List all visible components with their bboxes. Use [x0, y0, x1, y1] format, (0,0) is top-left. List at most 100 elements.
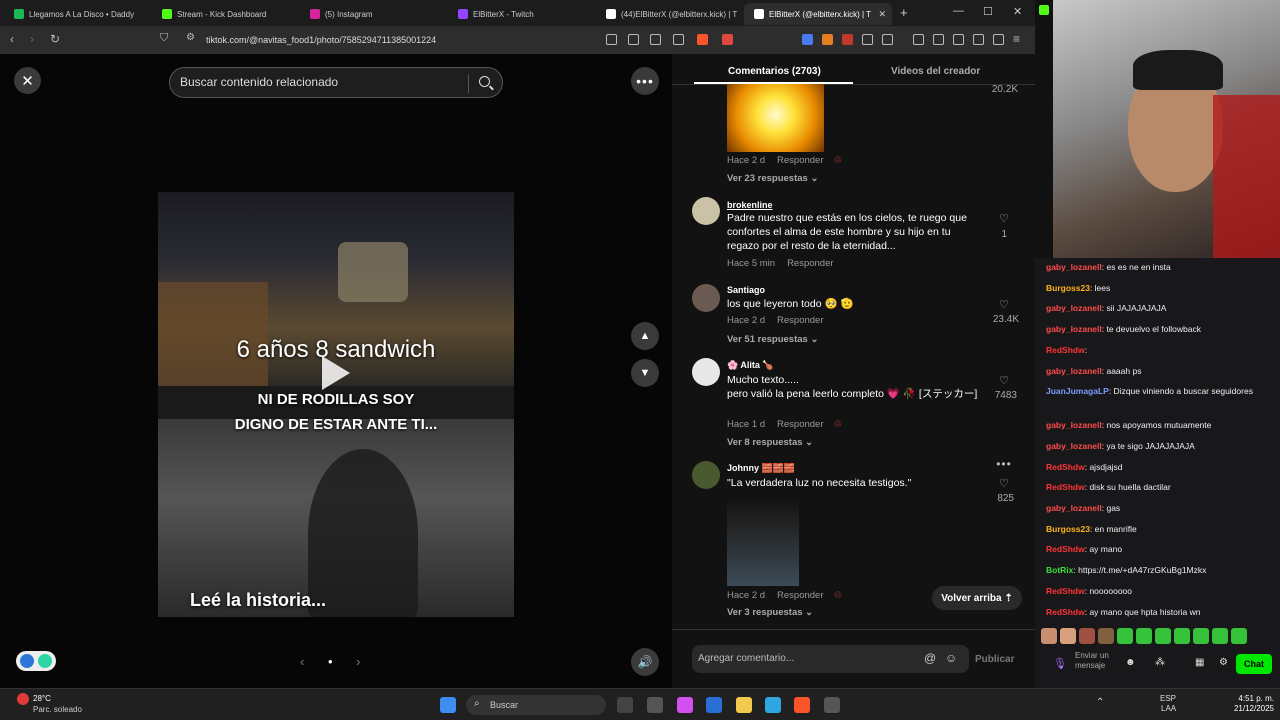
taskbar-search[interactable]: ⌕ Buscar	[466, 695, 606, 715]
translate-ext-icon[interactable]	[802, 34, 813, 45]
chat-username[interactable]: gaby_lozanell	[1046, 441, 1102, 451]
clock-date[interactable]: 21/12/2025	[1229, 704, 1274, 713]
edge-icon[interactable]	[765, 697, 781, 713]
store-icon[interactable]	[706, 697, 722, 713]
close-viewer-button[interactable]: ✕	[14, 67, 41, 94]
view-replies-button[interactable]: Ver 51 respuestas ⌄	[727, 334, 818, 345]
share-icon[interactable]	[673, 34, 684, 45]
brave-icon[interactable]	[794, 697, 810, 713]
avatar[interactable]	[692, 461, 720, 489]
comment-image[interactable]	[727, 496, 799, 586]
chat-username[interactable]: gaby_lozanell	[1046, 420, 1102, 430]
heart-icon[interactable]: ♡	[989, 212, 1019, 225]
carousel-next-icon[interactable]: ›	[356, 654, 360, 669]
comment-more-icon[interactable]: •••	[989, 457, 1019, 471]
emote-icon[interactable]	[1136, 628, 1152, 644]
browser-tab-tiktok-active[interactable]: ElBitterX (@elbitterx.kick) | T ✕	[744, 3, 892, 25]
heart-icon[interactable]: ♡	[989, 298, 1019, 311]
start-icon[interactable]	[440, 697, 456, 713]
reply-button[interactable]: Responder	[777, 419, 823, 430]
chat-username[interactable]: Burgoss23	[1046, 524, 1090, 534]
copilot-icon[interactable]	[677, 697, 693, 713]
comment-username[interactable]: brokenline	[727, 200, 773, 210]
menu-icon[interactable]: ≡	[1013, 32, 1020, 46]
emote-icon[interactable]	[1041, 628, 1057, 644]
view-replies-button[interactable]: Ver 23 respuestas ⌄	[727, 173, 818, 184]
chat-username[interactable]: RedShdw	[1046, 607, 1085, 617]
comment-username[interactable]: 🌸 Alita 🍗	[727, 360, 774, 371]
chat-username[interactable]: RedShdw	[1046, 462, 1085, 472]
weather-icon[interactable]	[17, 693, 29, 705]
emoji-icon[interactable]: ☺	[945, 651, 957, 665]
minimize-button[interactable]: —	[953, 5, 964, 17]
reply-button[interactable]: Responder	[777, 590, 823, 601]
mention-icon[interactable]: @	[924, 651, 936, 665]
volume-button[interactable]: 🔊	[631, 648, 659, 676]
chat-username[interactable]: gaby_lozanell	[1046, 262, 1102, 272]
browser-tab-instagram[interactable]: (5) Instagram	[300, 3, 448, 25]
language-indicator[interactable]: ESP	[1160, 694, 1176, 703]
browser-tab-kick[interactable]: Stream - Kick Dashboard	[152, 3, 300, 25]
close-tab-icon[interactable]: ✕	[878, 9, 886, 20]
translate-icon[interactable]	[650, 34, 661, 45]
floating-player-toggle[interactable]	[16, 651, 56, 671]
extension-icon[interactable]	[606, 34, 617, 45]
chat-username[interactable]: JuanJumagaLP	[1046, 386, 1109, 396]
search-icon[interactable]	[479, 76, 490, 87]
emote-icon[interactable]	[1193, 628, 1209, 644]
photo-carousel-image[interactable]: 6 años 8 sandwich NI DE RODILLAS SOY DIG…	[158, 192, 514, 617]
back-to-top-button[interactable]: Volver arriba ⇡	[932, 586, 1022, 610]
maximize-button[interactable]: ☐	[983, 5, 993, 18]
emote-icon[interactable]	[1212, 628, 1228, 644]
tab-creator-videos[interactable]: Videos del creador	[891, 66, 980, 77]
tab-comments[interactable]: Comentarios (2703)	[728, 66, 821, 77]
cast-icon[interactable]	[628, 34, 639, 45]
task-view-icon[interactable]	[617, 697, 633, 713]
new-tab-button[interactable]: +	[900, 5, 908, 20]
browser-tab-twitch[interactable]: ElBitterX - Twitch	[448, 3, 596, 25]
reload-icon[interactable]: ↻	[50, 32, 60, 46]
chat-input[interactable]: Enviar un mensaje	[1075, 651, 1123, 671]
emote-icon[interactable]	[1155, 628, 1171, 644]
obs-icon[interactable]	[824, 697, 840, 713]
chat-username[interactable]: BotRix	[1046, 565, 1073, 575]
clock-time[interactable]: 4:51 p. m.	[1229, 694, 1274, 703]
forward-icon[interactable]: ›	[30, 32, 34, 46]
view-replies-button[interactable]: Ver 3 respuestas ⌄	[727, 607, 813, 618]
reply-button[interactable]: Responder	[777, 315, 823, 326]
chat-username[interactable]: Burgoss23	[1046, 283, 1090, 293]
site-info-icon[interactable]: ⚙	[186, 32, 195, 43]
chat-username[interactable]: RedShdw	[1046, 544, 1085, 554]
publish-button[interactable]: Publicar	[975, 654, 1014, 665]
gift-icon[interactable]: ▦	[1195, 657, 1204, 668]
fox-ext-icon[interactable]	[822, 34, 833, 45]
chat-username[interactable]: gaby_lozanell	[1046, 303, 1102, 313]
comment-username[interactable]: Johnny 🧱🧱🧱	[727, 463, 795, 474]
settings-icon[interactable]: ⚙	[1219, 657, 1228, 668]
dislike-icon[interactable]: ♲	[834, 155, 843, 166]
weather-temp[interactable]: 28°C	[33, 694, 51, 703]
tray-overflow-icon[interactable]: ⌃	[1096, 697, 1104, 708]
emote-icon[interactable]	[1060, 628, 1076, 644]
related-search[interactable]: Buscar contenido relacionado	[169, 67, 503, 98]
chat-username[interactable]: gaby_lozanell	[1046, 503, 1102, 513]
emote-icon[interactable]	[1098, 628, 1114, 644]
comment-username[interactable]: Santiago	[727, 285, 765, 295]
heart-icon[interactable]: ♡	[989, 374, 1019, 387]
microphone-icon[interactable]: 🎙	[1053, 657, 1067, 670]
emote-icon[interactable]	[1117, 628, 1133, 644]
m-ext-icon[interactable]	[842, 34, 853, 45]
bits-icon[interactable]: ⁂	[1155, 657, 1165, 668]
reply-button[interactable]: Responder	[777, 155, 823, 166]
comment-gif[interactable]	[727, 84, 824, 152]
chat-username[interactable]: gaby_lozanell	[1046, 324, 1102, 334]
chat-username[interactable]: RedShdw	[1046, 345, 1085, 355]
carousel-prev-icon[interactable]: ‹	[300, 654, 304, 669]
previous-post-button[interactable]: ▲	[631, 322, 659, 350]
play-icon[interactable]	[322, 356, 350, 390]
browser-tab-spotify[interactable]: Llegamos A La Disco • Daddy	[4, 3, 152, 25]
leo-icon[interactable]	[973, 34, 984, 45]
puzzle-icon[interactable]	[862, 34, 873, 45]
emoji-icon[interactable]: ☻	[1125, 657, 1136, 668]
chat-username[interactable]: RedShdw	[1046, 482, 1085, 492]
